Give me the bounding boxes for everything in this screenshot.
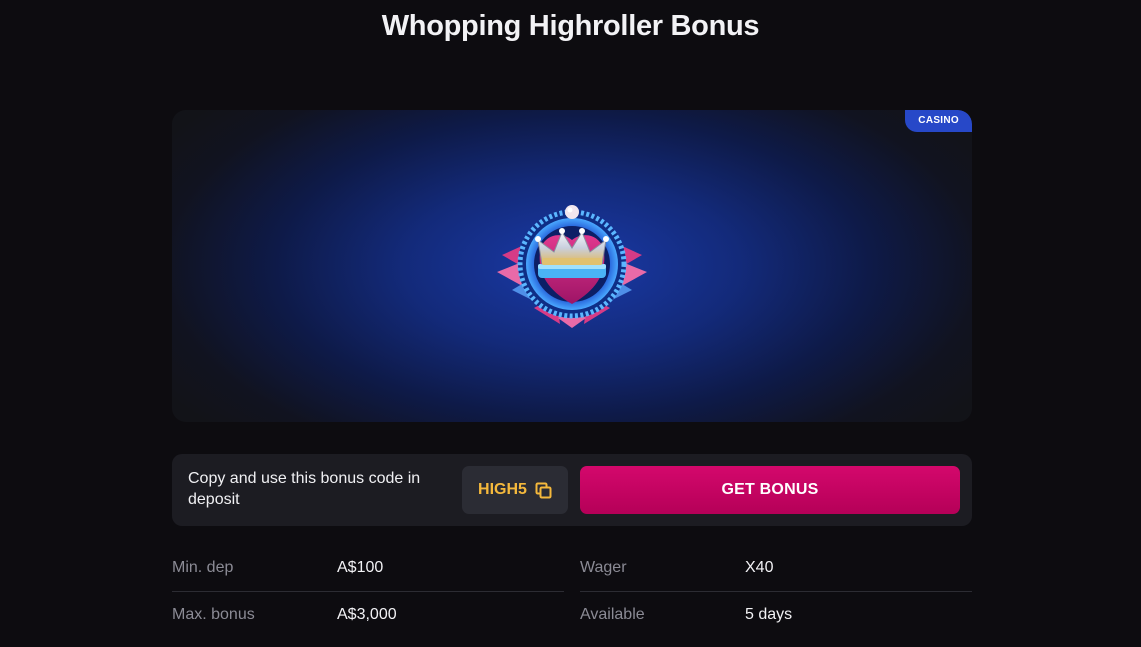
detail-row-available: Available 5 days [580, 592, 972, 638]
bonus-hero-card: CASINO [172, 110, 972, 422]
detail-row-max-bonus: Max. bonus A$3,000 [172, 592, 564, 638]
detail-label: Wager [580, 559, 627, 576]
bonus-code-panel: Copy and use this bonus code in deposit … [172, 454, 972, 526]
bonus-page: Whopping Highroller Bonus CASINO Copy an… [0, 0, 1141, 647]
detail-value: A$100 [337, 559, 384, 576]
copy-code-button[interactable]: HIGH5 [462, 466, 568, 514]
category-badge: CASINO [905, 110, 972, 132]
crown-emblem-icon [497, 205, 647, 328]
detail-label: Min. dep [172, 559, 234, 576]
detail-row-wager: Wager X40 [580, 545, 972, 592]
detail-value: X40 [745, 559, 774, 576]
page-title: Whopping Highroller Bonus [381, 10, 760, 42]
detail-row-min-dep: Min. dep A$100 [172, 545, 564, 592]
get-bonus-button[interactable]: GET BONUS [580, 466, 960, 514]
code-instruction: Copy and use this bonus code in deposit [188, 470, 421, 508]
bonus-code: HIGH5 [478, 481, 527, 498]
detail-value: A$3,000 [337, 606, 397, 623]
copy-icon [535, 482, 552, 498]
details-column-right: Wager X40 Available 5 days [580, 545, 972, 638]
details-column-left: Min. dep A$100 Max. bonus A$3,000 [172, 545, 564, 638]
detail-label: Max. bonus [172, 606, 255, 623]
detail-value: 5 days [745, 606, 793, 623]
detail-label: Available [580, 606, 645, 623]
